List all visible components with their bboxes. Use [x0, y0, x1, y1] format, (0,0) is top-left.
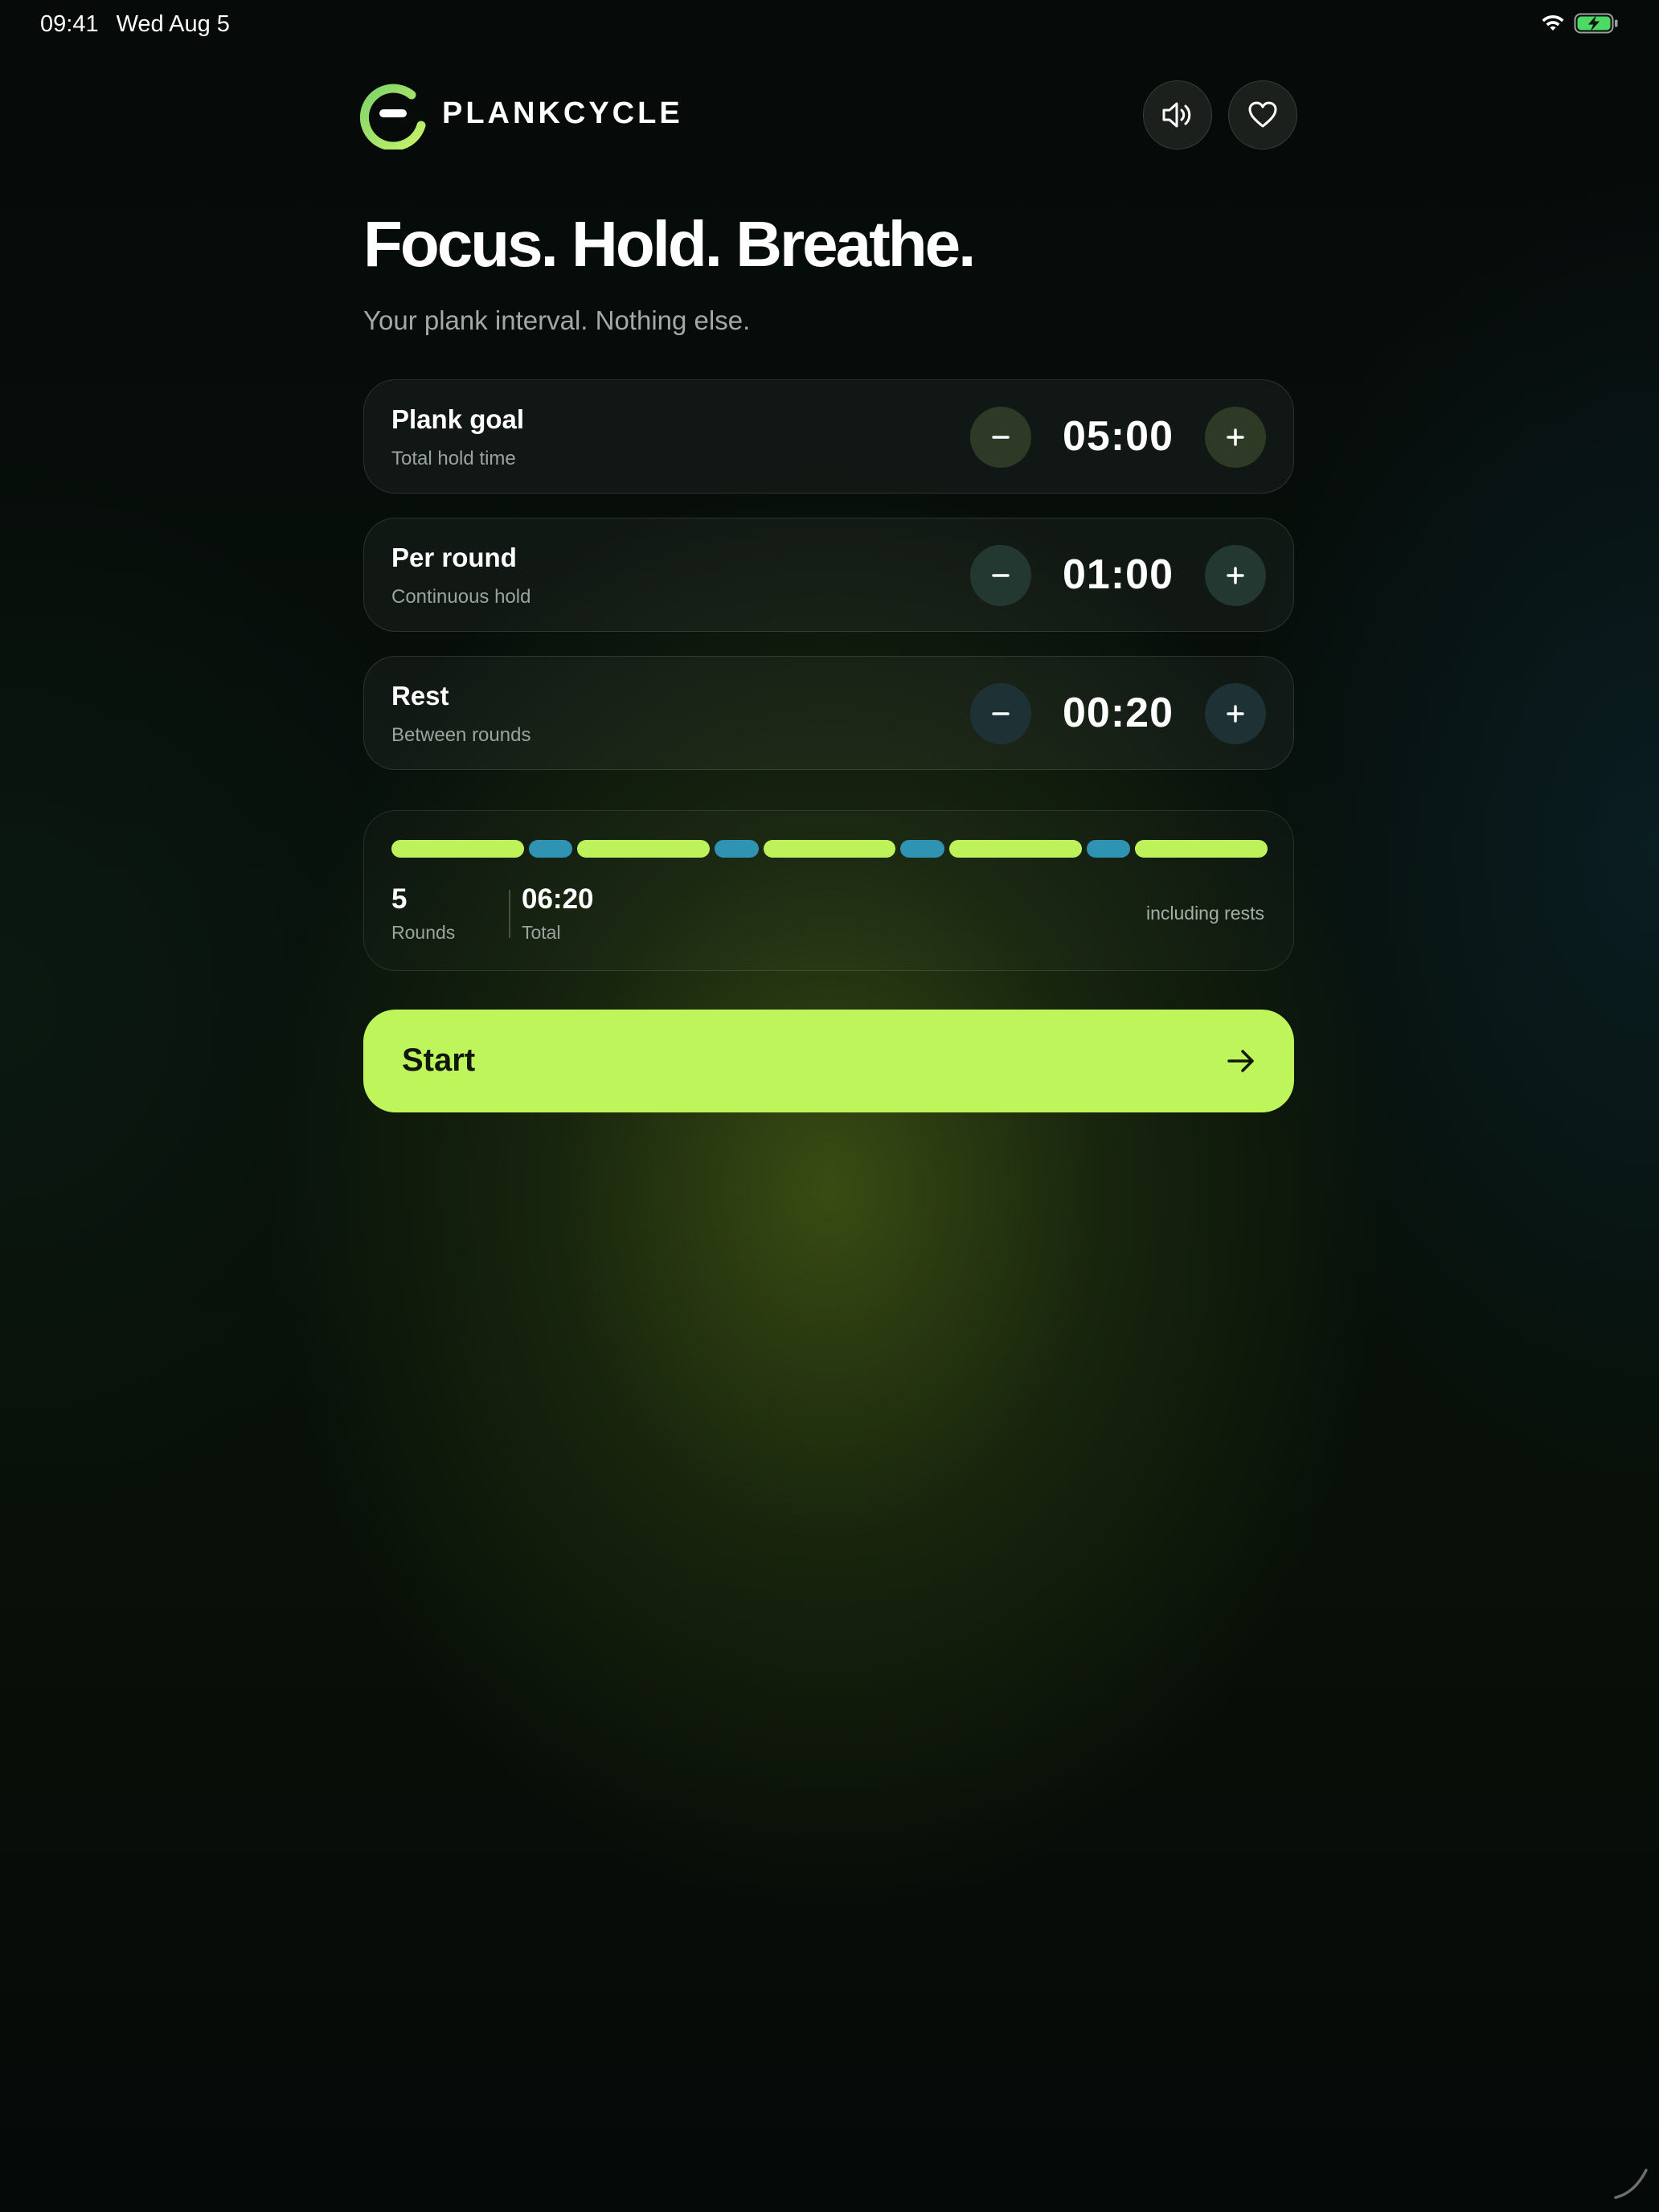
setting-title: Per round	[391, 543, 517, 572]
logo-icon	[359, 84, 426, 150]
favorite-button[interactable]	[1228, 80, 1297, 150]
brand-name: PLANKCYCLE	[442, 96, 683, 130]
including-rests-note: including rests	[1145, 903, 1264, 924]
setting-description: Continuous hold	[391, 586, 531, 608]
timeline-work-segment	[1135, 840, 1268, 858]
app-header: PLANKCYCLE	[358, 79, 1297, 150]
heart-icon	[1248, 101, 1277, 128]
interval-timeline	[391, 840, 1268, 858]
headline: Focus. Hold. Breathe.	[363, 208, 976, 280]
rest-increase-button[interactable]	[1205, 683, 1266, 744]
plus-icon	[1227, 705, 1244, 723]
rest-value: 00:20	[1063, 690, 1174, 736]
minus-icon	[992, 712, 1010, 715]
rest-decrease-button[interactable]	[970, 683, 1031, 744]
start-button[interactable]: Start	[363, 1010, 1294, 1112]
start-label: Start	[402, 1043, 476, 1078]
total-stat: 06:20 Total	[522, 883, 594, 944]
rest-setting: Rest Between rounds 00:20	[363, 656, 1294, 770]
arrow-right-icon	[1227, 1050, 1254, 1072]
sound-button[interactable]	[1143, 80, 1212, 150]
setting-description: Total hold time	[391, 448, 516, 469]
subtitle: Your plank interval. Nothing else.	[363, 305, 751, 335]
timeline-work-segment	[763, 840, 896, 858]
status-date: Wed Aug 5	[116, 11, 230, 37]
rounds-label: Rounds	[391, 922, 456, 943]
timeline-rest-segment	[1086, 840, 1131, 858]
plank-goal-increase-button[interactable]	[1205, 407, 1266, 468]
per-round-decrease-button[interactable]	[970, 545, 1031, 606]
wifi-icon	[1542, 14, 1564, 31]
status-time: 09:41	[40, 11, 99, 37]
timeline-work-segment	[391, 840, 524, 858]
minus-icon	[992, 574, 1010, 577]
timeline-rest-segment	[900, 840, 944, 858]
session-summary: 5 Rounds 06:20 Total including rests	[363, 810, 1294, 971]
per-round-value: 01:00	[1063, 551, 1174, 598]
timeline-rest-segment	[528, 840, 573, 858]
timeline-work-segment	[948, 840, 1082, 858]
setting-title: Plank goal	[391, 404, 525, 434]
stat-divider	[509, 890, 510, 938]
setting-description: Between rounds	[391, 724, 531, 746]
timeline-rest-segment	[715, 840, 759, 858]
resize-corner-icon	[1614, 2169, 1648, 2199]
setting-title: Rest	[391, 681, 449, 711]
plank-goal-setting: Plank goal Total hold time 05:00	[363, 379, 1294, 494]
plus-icon	[1227, 567, 1244, 584]
rounds-stat: 5 Rounds	[391, 883, 455, 944]
per-round-increase-button[interactable]	[1205, 545, 1266, 606]
minus-icon	[992, 436, 1010, 439]
battery-icon	[1574, 13, 1618, 34]
per-round-setting: Per round Continuous hold 01:00	[363, 518, 1294, 632]
plank-goal-decrease-button[interactable]	[970, 407, 1031, 468]
rounds-value: 5	[391, 883, 408, 915]
timeline-work-segment	[577, 840, 711, 858]
plank-goal-value: 05:00	[1063, 413, 1174, 460]
total-label: Total	[522, 922, 561, 943]
status-right	[1540, 13, 1619, 34]
speaker-icon	[1162, 102, 1191, 128]
status-left: 09:41 Wed Aug 5	[40, 11, 230, 38]
plus-icon	[1227, 428, 1244, 446]
total-value: 06:20	[522, 883, 594, 915]
status-bar: 09:41 Wed Aug 5	[0, 0, 1659, 51]
